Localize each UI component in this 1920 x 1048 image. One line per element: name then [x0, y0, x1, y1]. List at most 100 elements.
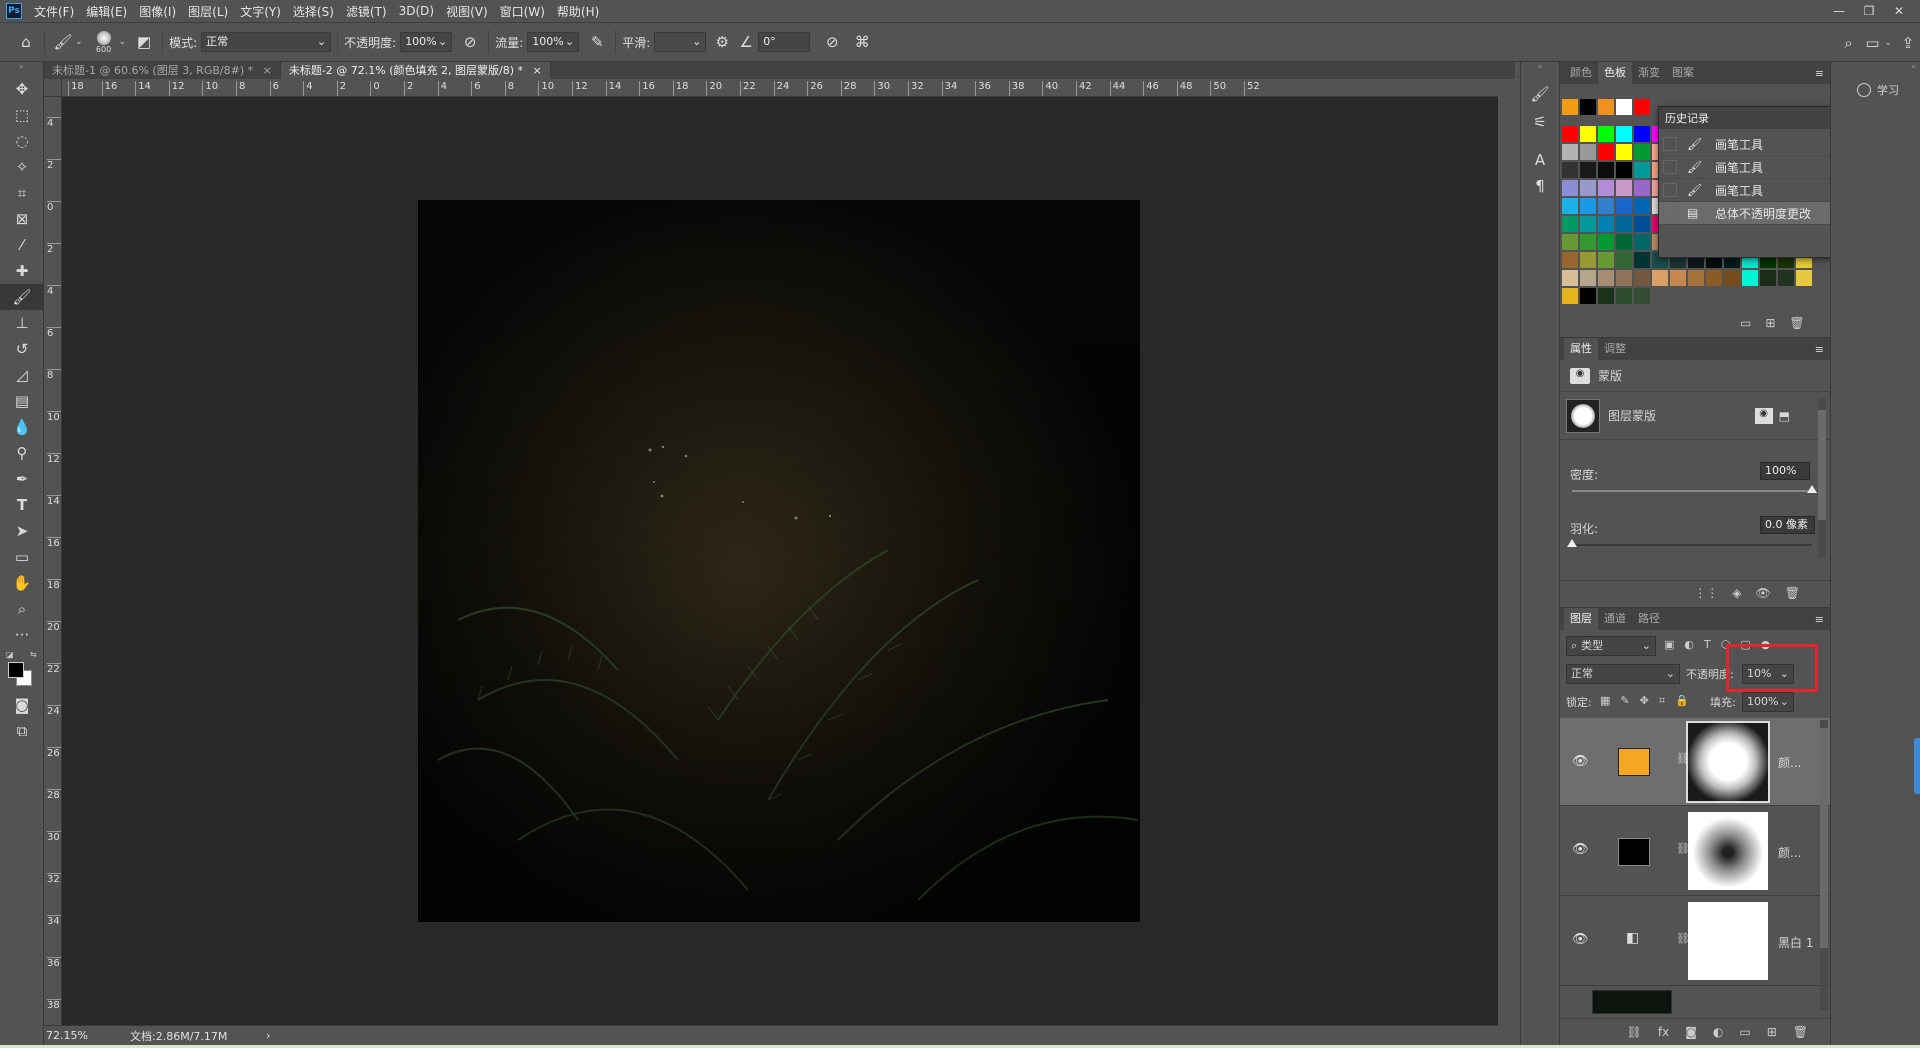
collapse-icon[interactable]: » [0, 62, 43, 76]
swatch[interactable] [1562, 144, 1578, 160]
feather-slider[interactable] [1567, 539, 1812, 547]
default-colors-icon[interactable]: ◪ [6, 650, 14, 659]
eye-icon[interactable]: 👁 [1572, 842, 1589, 857]
chevron-right-icon[interactable]: › [266, 1029, 270, 1042]
tab-color[interactable]: 颜色 [1564, 62, 1598, 84]
healing-tool-icon[interactable]: ✚ [0, 258, 44, 284]
lock-all-icon[interactable]: 🔒 [1675, 694, 1689, 708]
swatch[interactable] [1616, 99, 1632, 115]
swatch[interactable] [1634, 234, 1650, 250]
share-icon[interactable]: ⇪ [1896, 31, 1920, 55]
zoom-level[interactable]: 72.15% [46, 1029, 110, 1042]
tab-paths[interactable]: 路径 [1632, 608, 1666, 630]
document-image[interactable] [418, 200, 1140, 922]
pressure-opacity-icon[interactable]: ⊘ [458, 30, 482, 54]
eraser-tool-icon[interactable]: ◿ [0, 362, 44, 388]
tab-document-2[interactable]: 未标题-2 @ 72.1% (颜色填充 2, 图层蒙版/8) * × [280, 62, 551, 79]
layer-row[interactable]: 👁 ⛓ 颜... [1560, 806, 1830, 896]
select-pixel-mask-icon[interactable]: ◉ [1754, 407, 1773, 424]
add-vector-mask-icon[interactable]: ⬒ [1779, 409, 1790, 423]
swatch[interactable] [1562, 270, 1578, 286]
trash-icon[interactable]: 🗑 [1785, 586, 1800, 600]
snapshot-checkbox[interactable] [1663, 160, 1677, 174]
eye-icon[interactable]: 👁 [1572, 932, 1589, 947]
smoothing-field[interactable]: ⌄ [654, 32, 707, 52]
menu-file[interactable]: 文件(F) [28, 3, 80, 20]
tab-document-1[interactable]: 未标题-1 @ 60.6% (图层 3, RGB/8#) * × [44, 62, 281, 79]
swatch[interactable] [1616, 126, 1632, 142]
side-tab[interactable] [1914, 738, 1920, 794]
swatch[interactable] [1706, 270, 1722, 286]
panel-menu-icon[interactable]: ≡ [1815, 67, 1824, 80]
swatch[interactable] [1634, 99, 1650, 115]
restore-icon[interactable]: ❐ [1854, 0, 1884, 22]
pressure-size-icon[interactable]: ⊘ [820, 30, 844, 54]
folder-icon[interactable]: ▭ [1740, 316, 1751, 330]
swatch[interactable] [1616, 180, 1632, 196]
swatch[interactable] [1580, 162, 1596, 178]
swatch[interactable] [1670, 270, 1686, 286]
fill-field[interactable]: 100% ⌄ [1742, 692, 1794, 712]
black-white-adjustment-icon[interactable]: ◧ [1626, 930, 1639, 946]
gradient-tool-icon[interactable]: ▤ [0, 388, 44, 414]
close-icon[interactable]: × [533, 64, 542, 77]
tab-swatches[interactable]: 色板 [1598, 62, 1632, 84]
blend-mode-select[interactable]: 正常 ⌄ [1566, 664, 1680, 684]
workspace-icon[interactable]: ▭ [1860, 31, 1884, 55]
layers-scrollbar[interactable] [1820, 720, 1828, 1010]
frame-tool-icon[interactable]: ⊠ [0, 206, 44, 232]
swatch[interactable] [1580, 234, 1596, 250]
minimize-icon[interactable]: — [1824, 0, 1854, 22]
type-tool-icon[interactable]: T [0, 492, 44, 518]
marquee-tool-icon[interactable]: ⬚ [0, 102, 44, 128]
eyedropper-tool-icon[interactable]: ⁄ [0, 232, 44, 258]
menu-type[interactable]: 文字(Y) [234, 3, 287, 20]
path-select-tool-icon[interactable]: ➤ [0, 518, 44, 544]
search-icon[interactable]: ⌕ [1836, 31, 1860, 55]
menu-3d[interactable]: 3D(D) [393, 4, 440, 18]
brush-panel-icon[interactable]: 🖌 [1528, 82, 1552, 106]
lock-artboard-icon[interactable]: ⌗ [1659, 694, 1665, 708]
tab-layers[interactable]: 图层 [1564, 608, 1598, 630]
swatch[interactable] [1580, 288, 1596, 304]
swatch[interactable] [1580, 126, 1596, 142]
home-icon[interactable]: ⌂ [14, 30, 38, 54]
panel-menu-icon[interactable]: ≡ [1815, 613, 1824, 626]
close-icon[interactable]: × [263, 64, 272, 77]
collapse-icon[interactable]: « [1521, 62, 1559, 76]
screen-mode-icon[interactable]: ⧉ [0, 718, 44, 744]
zoom-tool-icon[interactable]: ⌕ [0, 596, 44, 622]
layer-row[interactable]: 👁 ⛓ 颜... [1560, 718, 1830, 806]
swatch[interactable] [1598, 216, 1614, 232]
adjustment-filter-icon[interactable]: ◐ [1684, 638, 1694, 651]
swatch[interactable] [1580, 144, 1596, 160]
pen-tool-icon[interactable]: ✒ [0, 466, 44, 492]
snapshot-checkbox[interactable] [1663, 183, 1677, 197]
airbrush-icon[interactable]: ✎ [585, 30, 609, 54]
chevron-down-icon[interactable]: ⌄ [75, 37, 83, 47]
swatch[interactable] [1616, 144, 1632, 160]
gear-icon[interactable]: ⚙ [710, 30, 734, 54]
more-tools-icon[interactable]: ··· [0, 622, 44, 648]
eye-icon[interactable]: 👁 [1756, 586, 1771, 600]
swatch[interactable] [1616, 198, 1632, 214]
lock-transparent-icon[interactable]: ▦ [1600, 694, 1610, 708]
swatch[interactable] [1580, 252, 1596, 268]
menu-filter[interactable]: 滤镜(T) [340, 3, 393, 20]
layer-mask-thumbnail[interactable] [1688, 812, 1768, 890]
menu-select[interactable]: 选择(S) [287, 3, 340, 20]
apply-mask-icon[interactable]: ◈ [1732, 586, 1741, 600]
swatch[interactable] [1598, 252, 1614, 268]
brush-tool-icon[interactable]: 🖌 [0, 284, 44, 310]
swatch[interactable] [1562, 252, 1578, 268]
fill-color-thumbnail[interactable] [1618, 748, 1650, 776]
tab-adjustments[interactable]: 调整 [1598, 338, 1632, 360]
chevron-down-icon[interactable]: ⌄ [1884, 31, 1892, 55]
magic-wand-tool-icon[interactable]: ✧ [0, 154, 44, 180]
swatch[interactable] [1688, 270, 1704, 286]
swatch[interactable] [1634, 216, 1650, 232]
swatch[interactable] [1562, 126, 1578, 142]
tab-properties[interactable]: 属性 [1564, 338, 1598, 360]
mask-thumbnail[interactable] [1566, 398, 1600, 433]
swatch[interactable] [1580, 216, 1596, 232]
